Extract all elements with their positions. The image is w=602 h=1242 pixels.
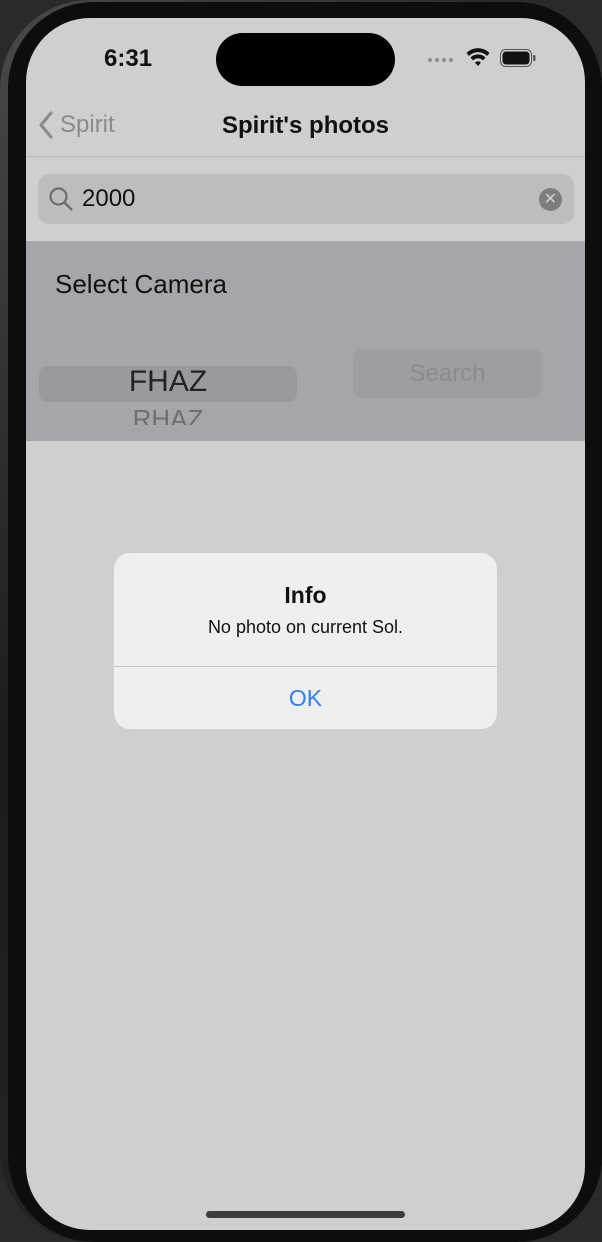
camera-panel: Select Camera FHAZ RHAZ Search	[26, 241, 585, 441]
nav-divider	[26, 156, 585, 157]
alert-dialog: Info No photo on current Sol. OK	[114, 553, 497, 729]
alert-message: No photo on current Sol.	[207, 617, 404, 637]
clear-icon[interactable]: ✕	[539, 188, 562, 211]
select-camera-label: Select Camera	[55, 269, 227, 299]
home-indicator[interactable]	[206, 1211, 405, 1218]
app-screen: 6:31 Spirit Spirit's photos 2000 ✕ Selec…	[26, 18, 585, 1230]
status-time: 6:31	[104, 45, 153, 72]
signal-icon	[428, 58, 453, 62]
dynamic-island	[216, 33, 395, 86]
battery-icon	[500, 49, 536, 67]
page-title: Spirit's photos	[221, 112, 390, 139]
ok-button[interactable]: OK	[114, 667, 497, 729]
search-field[interactable]: 2000 ✕	[38, 174, 574, 224]
search-icon	[49, 187, 73, 211]
alert-title: Info	[284, 582, 327, 608]
picker-option-selected[interactable]: FHAZ	[39, 365, 297, 399]
picker-option-next[interactable]: RHAZ	[39, 405, 297, 425]
wifi-icon	[466, 48, 490, 66]
search-button[interactable]: Search	[353, 349, 542, 398]
search-input[interactable]: 2000	[82, 185, 135, 213]
